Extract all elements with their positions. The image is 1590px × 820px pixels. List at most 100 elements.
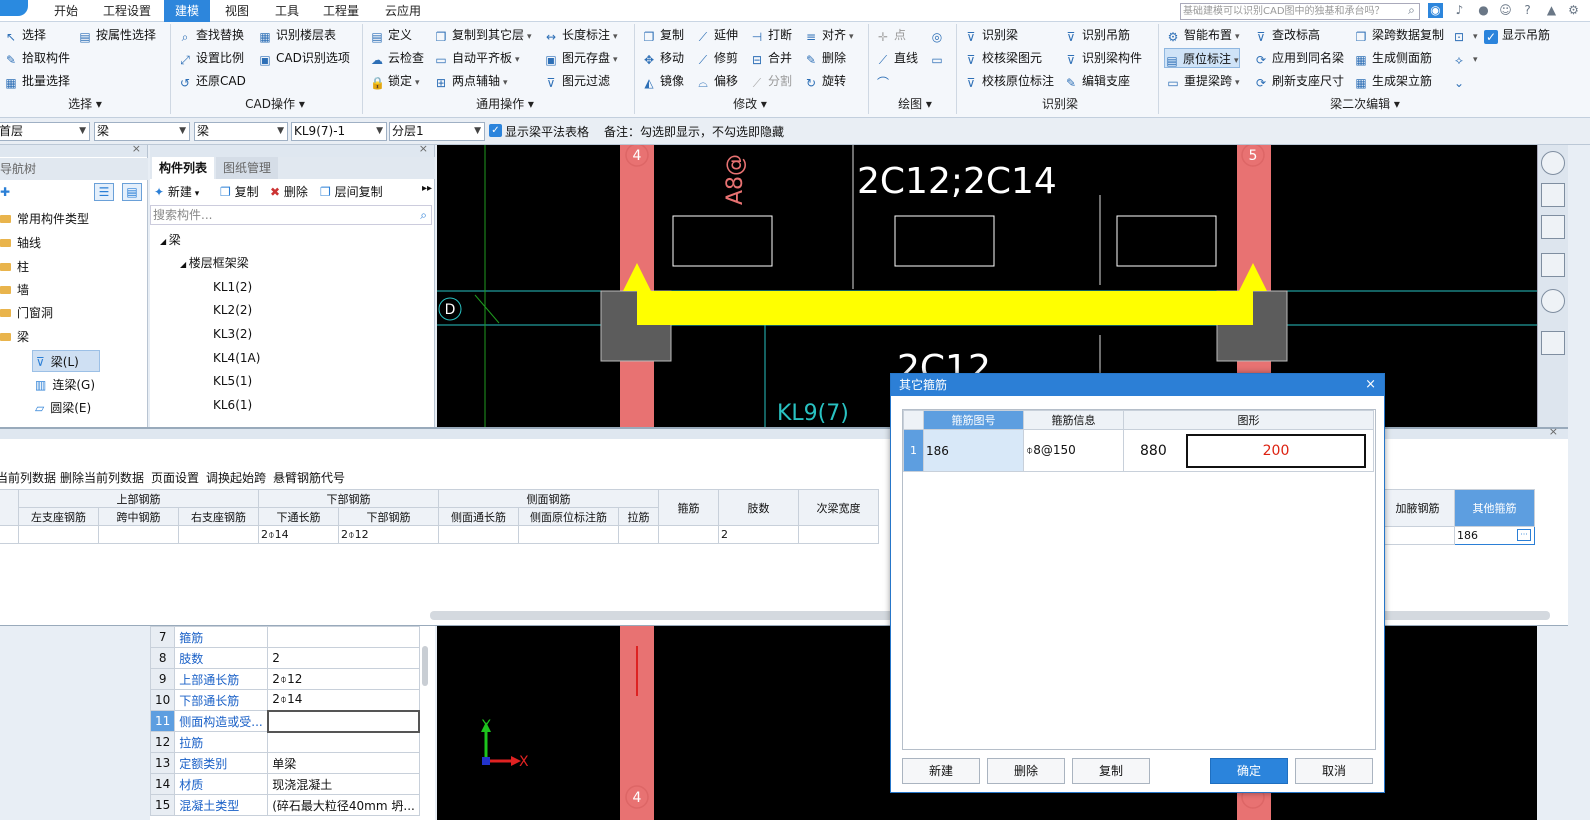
nav-item-column[interactable]: 柱 (0, 256, 29, 278)
check-inplace-annotation-button[interactable]: ⊽ 校核原位标注 (964, 71, 1054, 91)
align-button[interactable]: ≡ 对齐 ▾ (804, 25, 854, 45)
edit-elevation-button[interactable]: ⊽ 查改标高 (1254, 25, 1320, 45)
element-filter-button[interactable]: ⊽ 图元过滤 (544, 71, 610, 91)
lock-button[interactable]: 🔒 锁定 ▾ (370, 71, 420, 91)
tree-root-beam[interactable]: ◢ 梁 (160, 229, 181, 251)
collapse-icon-button[interactable]: ⌄ (1452, 71, 1470, 91)
property-value[interactable]: (碎石最大粒径40mm 坍... (267, 794, 420, 816)
point-button[interactable]: ✛ 点 (876, 25, 906, 45)
table-cell[interactable] (618, 525, 659, 544)
property-value[interactable]: 2⌽12 (267, 668, 420, 690)
close-icon[interactable]: × (1549, 425, 1558, 438)
stirrup-code-cell[interactable]: 186 (923, 429, 1024, 472)
copy-component-button[interactable]: ❐ 复制 (220, 183, 259, 200)
tab-view[interactable]: 视图 (214, 0, 260, 22)
line-button[interactable]: ⟋ 直线 (876, 48, 918, 68)
gen-side-bar-button[interactable]: ▦ 生成侧面筋 (1354, 48, 1432, 68)
property-value[interactable]: 单梁 (267, 752, 420, 774)
help-search-input[interactable]: 基础建模可以识别CAD图中的独基和承台吗？ (1180, 3, 1420, 20)
component-search-input[interactable]: 搜索构件... ⌕ (150, 205, 432, 225)
component-type-select[interactable]: 梁 ▼ (94, 122, 190, 141)
cancel-button[interactable]: 取消 (1295, 758, 1373, 784)
cloud-check-button[interactable]: ☁ 云检查 (370, 48, 424, 68)
move-button[interactable]: ✥ 移动 (642, 48, 684, 68)
service-icon[interactable]: ☺ (1498, 3, 1513, 18)
layer-panel-icon[interactable] (1541, 331, 1565, 355)
delete-row-button[interactable]: 删除 (987, 758, 1065, 784)
current-column-data-button[interactable]: 当前列数据 (0, 469, 56, 486)
element-save-button[interactable]: ▣ 图元存盘 ▾ (544, 48, 617, 68)
pick-component-button[interactable]: ✎ 拾取构件 (4, 48, 70, 68)
nav-item-common[interactable]: 常用构件类型 (0, 208, 89, 230)
tab-tools[interactable]: 工具 (264, 0, 310, 22)
globe-icon[interactable] (1541, 151, 1565, 175)
refresh-support-size-button[interactable]: ⟳ 刷新支座尺寸 (1254, 71, 1344, 91)
property-value[interactable] (266, 709, 421, 733)
close-icon[interactable]: × (132, 142, 141, 155)
gen-erection-bar-button[interactable]: ▦ 生成架立筋 (1354, 71, 1432, 91)
component-name-select[interactable]: KL9(7)-1 ▼ (291, 122, 387, 141)
table-cell[interactable] (98, 525, 179, 544)
copy-row-button[interactable]: 复制 (1072, 758, 1150, 784)
span-data-copy-button[interactable]: ❐ 梁跨数据复制 (1354, 25, 1444, 45)
extra-tool-dropdown[interactable]: ⟡ ▾ (1452, 48, 1478, 68)
smart-layout-button[interactable]: ⚙ 智能布置 ▾ (1166, 25, 1240, 45)
property-row[interactable]: 10 下部通长筋 2⌽14 (149, 689, 420, 711)
component-item[interactable]: KL2(2) (213, 299, 252, 321)
3d-view-icon[interactable] (1541, 183, 1565, 207)
property-row[interactable]: 9 上部通长筋 2⌽12 (149, 668, 420, 690)
recognize-beam-button[interactable]: ⊽ 识别梁 (964, 25, 1018, 45)
table-cell[interactable] (1380, 526, 1455, 545)
find-replace-button[interactable]: ⌕ 查找替换 (178, 25, 244, 45)
nav-item-beam-l[interactable]: ⊽ 梁(L) (32, 350, 100, 372)
apply-same-name-beam-button[interactable]: ⟳ 应用到同名梁 (1254, 48, 1344, 68)
help-icon[interactable]: ? (1520, 3, 1535, 18)
floor-select[interactable]: 首层 ▼ (0, 122, 90, 141)
rotate-button[interactable]: ↻ 旋转 (804, 71, 846, 91)
cantilever-rebar-code-button[interactable]: 悬臂钢筋代号 (273, 469, 345, 486)
app-logo[interactable] (0, 0, 28, 16)
nav-item-link-beam[interactable]: ▥ 连梁(G) (35, 374, 95, 396)
component-item[interactable]: KL5(1) (213, 370, 252, 392)
component-item[interactable]: KL3(2) (213, 323, 252, 345)
delete-column-data-button[interactable]: 删除当前列数据 (60, 469, 144, 486)
bottom-bars-cell[interactable]: 2⌽12 (338, 525, 439, 544)
search-icon[interactable]: ⌕ (1404, 3, 1419, 18)
merge-button[interactable]: ⊟ 合并 (750, 48, 792, 68)
new-button[interactable]: ✦ 新建 ▾ (154, 183, 199, 200)
stirrup-hanger-dropdown[interactable]: ⊡ ▾ (1452, 25, 1478, 45)
property-row[interactable]: 14 材质 现浇混凝土 (149, 773, 420, 795)
break-button[interactable]: ⊣ 打断 (750, 25, 792, 45)
other-stirrup-cell[interactable]: 186 ··· (1454, 526, 1535, 545)
nav-item-beam[interactable]: 梁 (0, 326, 29, 348)
settings-icon[interactable]: ⚙ (1566, 3, 1581, 18)
extend-button[interactable]: ⟋ 延伸 (696, 25, 738, 45)
bell-icon[interactable]: ♪ (1452, 3, 1467, 18)
detail-view-icon[interactable]: ▤ (122, 183, 142, 201)
restore-cad-button[interactable]: ↺ 还原CAD (178, 71, 246, 91)
table-cell[interactable] (438, 525, 519, 544)
property-row[interactable]: 11 侧面构造或受... (149, 709, 421, 733)
cube-front-icon[interactable] (1541, 215, 1565, 239)
close-icon[interactable]: × (419, 142, 428, 155)
cube-top-icon[interactable] (1541, 253, 1565, 277)
split-button[interactable]: ⟋ 分割 (750, 71, 792, 91)
shape-width-value[interactable]: 200 (1186, 434, 1366, 468)
list-view-icon[interactable]: ☰ (94, 183, 114, 201)
select-button[interactable]: ↖ 选择 (4, 25, 46, 45)
property-value[interactable] (267, 626, 420, 648)
batch-select-button[interactable]: ▦ 批量选择 (4, 71, 70, 91)
table-cell[interactable] (798, 525, 879, 544)
define-button[interactable]: ▤ 定义 (370, 25, 412, 45)
nav-item-axis[interactable]: 轴线 (0, 232, 41, 254)
user-icon[interactable]: ◉ (1428, 3, 1443, 18)
copy-between-floors-button[interactable]: ❐ 层间复制 (320, 183, 383, 200)
property-row[interactable]: 8 肢数 2 (149, 647, 420, 669)
property-value[interactable]: 2⌽14 (267, 689, 420, 711)
arc-tool-button[interactable]: ⌒ (876, 71, 894, 91)
tab-component-list[interactable]: 构件列表 (152, 157, 214, 179)
property-value[interactable]: 现浇混凝土 (267, 773, 420, 795)
tab-modeling[interactable]: 建模 (164, 0, 211, 22)
layer-select[interactable]: 分层1 ▼ (389, 122, 485, 141)
edit-support-button[interactable]: ✎ 编辑支座 (1064, 71, 1130, 91)
